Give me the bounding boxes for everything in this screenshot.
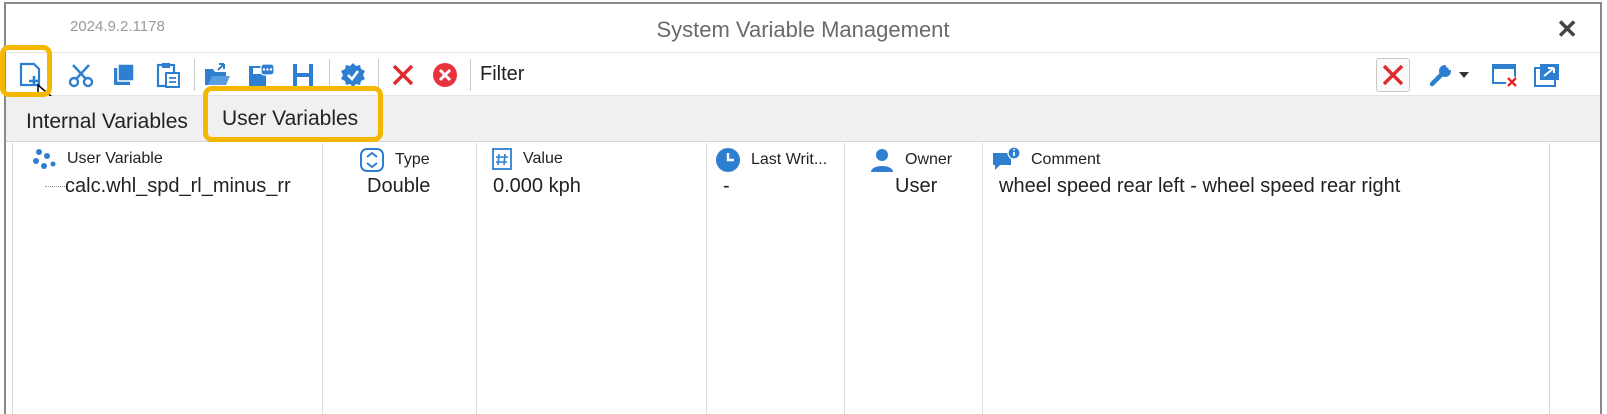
delete-icon[interactable] (386, 58, 420, 92)
type-stepper-icon (359, 147, 385, 173)
column-header-type[interactable]: Type (359, 147, 430, 173)
column-label: User Variable (67, 150, 163, 167)
filter-label[interactable]: Filter (480, 63, 524, 86)
column-label: Last Writ... (751, 151, 828, 168)
system-variable-window: 2024.9.2.1178 System Variable Management… (4, 2, 1602, 414)
close-window-icon[interactable] (1488, 58, 1522, 92)
hash-icon (491, 147, 513, 171)
column-header-last-write[interactable]: Last Writ... (715, 147, 827, 173)
export-window-icon[interactable] (1530, 58, 1564, 92)
window-title: System Variable Management (656, 17, 950, 42)
tree-connector (45, 186, 65, 187)
close-icon[interactable]: ✕ (1556, 14, 1578, 45)
column-type: Type Double (323, 143, 477, 414)
column-label: Type (395, 151, 430, 168)
column-header-owner[interactable]: Owner (869, 147, 952, 173)
paste-icon[interactable] (151, 58, 185, 92)
dots-icon (31, 147, 57, 171)
variables-table: User Variable calc.whl_spd_rl_minus_rr T… (12, 143, 1550, 414)
column-label: Owner (905, 151, 953, 168)
column-label: Comment (1031, 151, 1101, 168)
highlight-user-variables-tab (203, 86, 383, 142)
tab-internal-variables[interactable]: Internal Variables (26, 110, 188, 134)
clear-filter-icon[interactable] (1376, 58, 1410, 92)
clock-icon (715, 147, 741, 173)
title-bar: 2024.9.2.1178 System Variable Management… (6, 4, 1600, 52)
column-header-user-variable[interactable]: User Variable (31, 147, 163, 171)
cell-variable-name[interactable]: calc.whl_spd_rl_minus_rr (65, 175, 291, 198)
highlight-new-button (0, 45, 52, 97)
cell-type[interactable]: Double (367, 175, 430, 198)
cell-last-write[interactable]: - (723, 175, 730, 198)
column-value: Value 0.000 kph (477, 143, 707, 414)
wrench-icon[interactable] (1424, 58, 1458, 92)
column-user-variable: User Variable calc.whl_spd_rl_minus_rr (13, 143, 323, 414)
column-owner: Owner User (845, 143, 983, 414)
cell-value[interactable]: 0.000 kph (493, 175, 581, 198)
column-label: Value (523, 150, 563, 167)
person-icon (869, 147, 895, 173)
remove-circle-icon[interactable] (428, 58, 462, 92)
column-comment: Comment wheel speed rear left - wheel sp… (983, 143, 1551, 414)
dropdown-arrow-icon[interactable] (1454, 58, 1474, 92)
column-header-value[interactable]: Value (491, 147, 563, 171)
cell-owner[interactable]: User (895, 175, 937, 198)
column-last-write: Last Writ... - (707, 143, 845, 414)
cell-comment[interactable]: wheel speed rear left - wheel speed rear… (999, 175, 1400, 198)
copy-icon[interactable] (107, 58, 141, 92)
column-header-comment[interactable]: Comment (991, 147, 1100, 173)
comment-icon (991, 147, 1021, 173)
cut-icon[interactable] (64, 58, 98, 92)
